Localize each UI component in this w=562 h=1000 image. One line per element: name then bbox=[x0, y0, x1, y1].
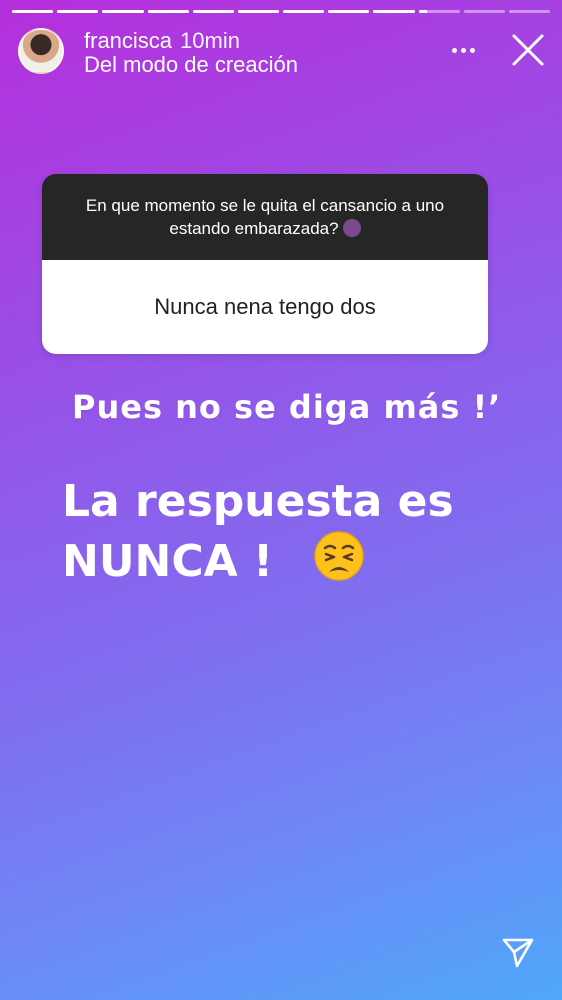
story-header: francisca 10min Del modo de creación bbox=[18, 26, 548, 80]
progress-segment-fill bbox=[283, 10, 325, 13]
progress-segment-fill bbox=[328, 10, 370, 13]
progress-segment bbox=[418, 10, 460, 13]
caption-2-line-2: NUNCA ! bbox=[62, 530, 454, 590]
progress-segment-fill bbox=[418, 10, 427, 13]
close-icon[interactable] bbox=[508, 30, 548, 70]
progress-segment-fill bbox=[373, 10, 415, 13]
username[interactable]: francisca bbox=[84, 28, 172, 53]
progress-segment bbox=[463, 10, 505, 13]
post-time: 10min bbox=[180, 28, 240, 53]
story-subtitle: Del modo de creación bbox=[84, 52, 299, 77]
progress-segment-fill bbox=[57, 10, 99, 13]
caption-2-line-2-text: NUNCA ! bbox=[62, 536, 274, 587]
question-sticker: En que momento se le quita el cansancio … bbox=[42, 174, 488, 354]
progress-segment bbox=[12, 10, 54, 13]
progress-segment bbox=[192, 10, 234, 13]
face-palm-woman-emoji bbox=[342, 219, 361, 237]
progress-segment-fill bbox=[147, 10, 189, 13]
progress-segment-fill bbox=[237, 10, 280, 13]
avatar[interactable] bbox=[18, 28, 64, 74]
progress-segment-fill bbox=[192, 10, 234, 13]
weary-face-emoji bbox=[314, 531, 364, 581]
progress-segment bbox=[328, 10, 370, 13]
question-area: En que momento se le quita el cansancio … bbox=[42, 174, 488, 260]
answer-area: Nunca nena tengo dos bbox=[42, 260, 488, 354]
user-line: francisca 10min bbox=[84, 28, 240, 54]
progress-segment bbox=[57, 10, 99, 13]
progress-segment-fill bbox=[12, 10, 54, 13]
progress-segment bbox=[508, 10, 551, 13]
answer-text: Nunca nena tengo dos bbox=[154, 294, 376, 319]
question-text: En que momento se le quita el cansancio … bbox=[85, 196, 445, 238]
send-icon[interactable] bbox=[500, 934, 536, 970]
story-progress-bar bbox=[12, 10, 551, 13]
progress-segment bbox=[102, 10, 144, 13]
progress-segment bbox=[237, 10, 280, 13]
caption-text-1: Pues no se diga más !’ bbox=[72, 388, 502, 426]
caption-text-2: La respuesta es NUNCA ! bbox=[62, 474, 454, 590]
more-dots-icon[interactable] bbox=[448, 40, 478, 60]
progress-segment-fill bbox=[102, 10, 144, 13]
caption-2-line-1: La respuesta es bbox=[62, 476, 454, 527]
progress-segment bbox=[373, 10, 415, 13]
progress-segment bbox=[147, 10, 189, 13]
progress-segment bbox=[283, 10, 325, 13]
